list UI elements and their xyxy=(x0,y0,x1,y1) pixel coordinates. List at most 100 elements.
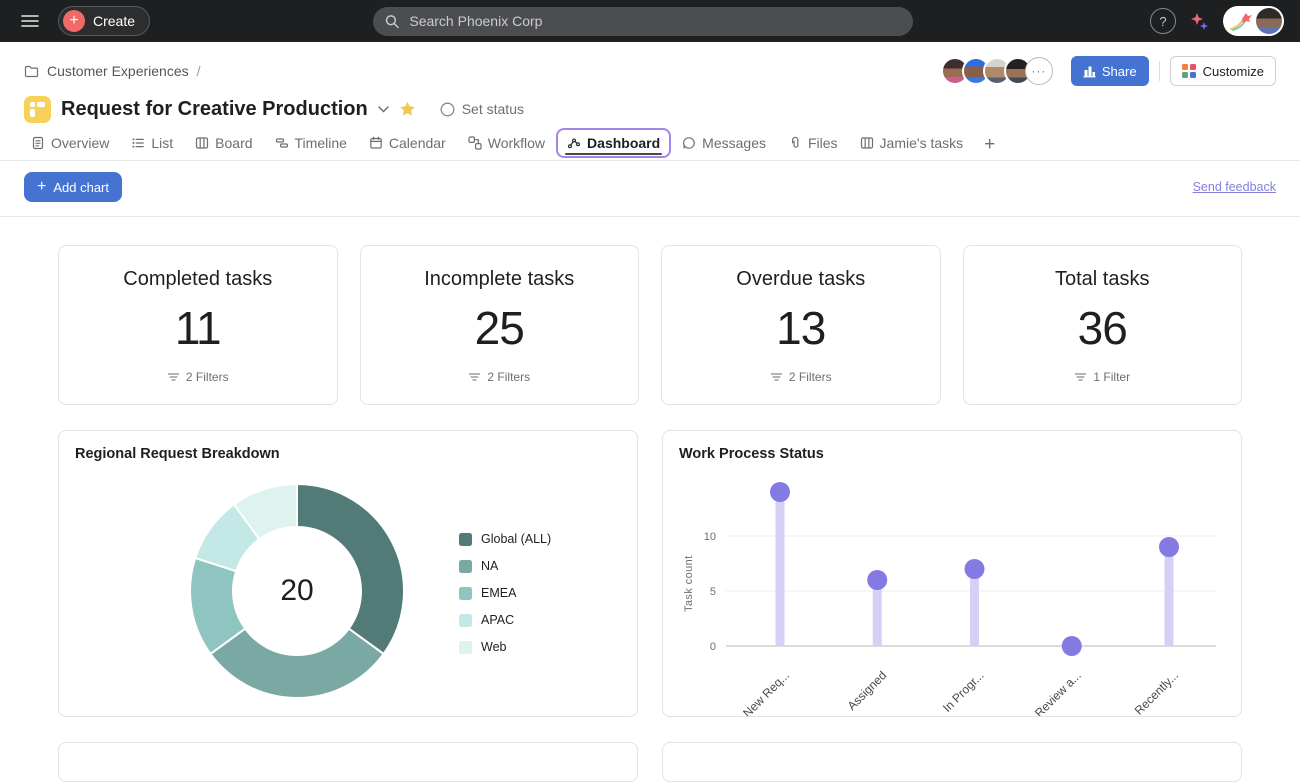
filters-label: 1 Filter xyxy=(1093,370,1130,384)
legend-swatch xyxy=(459,641,472,654)
plus-icon: + xyxy=(63,10,85,32)
tab-overview[interactable]: Overview xyxy=(20,128,120,158)
share-button[interactable]: Share xyxy=(1071,56,1149,86)
user-avatar[interactable] xyxy=(1256,8,1282,34)
svg-text:0: 0 xyxy=(710,641,716,653)
customize-button[interactable]: Customize xyxy=(1170,56,1276,86)
add-chart-label: Add chart xyxy=(53,180,109,195)
svg-text:Recently...: Recently... xyxy=(1132,668,1181,717)
divider xyxy=(1159,61,1160,81)
member-avatars[interactable]: ··· xyxy=(941,57,1053,85)
stat-value: 13 xyxy=(662,301,940,355)
svg-text:Review a...: Review a... xyxy=(1032,668,1084,717)
list-icon xyxy=(131,136,145,150)
ai-sparkles-icon[interactable] xyxy=(1190,13,1209,30)
legend-item: APAC xyxy=(459,613,551,627)
lollipop-chart: 0510New Req...AssignedIn Progr...Review … xyxy=(663,431,1242,717)
stat-value: 25 xyxy=(361,301,639,355)
tab-label: Dashboard xyxy=(587,135,660,151)
breadcrumb[interactable]: Customer Experiences / xyxy=(24,63,201,79)
set-status-button[interactable]: Set status xyxy=(440,101,524,117)
tab-label: Workflow xyxy=(488,135,545,151)
legend-label: Global (ALL) xyxy=(481,532,551,546)
add-tab-button[interactable]: + xyxy=(974,135,1005,154)
svg-text:Assigned: Assigned xyxy=(845,668,890,713)
stat-title: Overdue tasks xyxy=(662,268,940,291)
topbar-right: ? xyxy=(1150,6,1284,36)
tab-messages[interactable]: Messages xyxy=(671,128,777,158)
filters-label: 2 Filters xyxy=(487,370,530,384)
board-icon xyxy=(195,136,209,150)
legend-item: Web xyxy=(459,640,551,654)
stat-value: 36 xyxy=(964,301,1242,355)
filters-chip[interactable]: 1 Filter xyxy=(964,370,1242,384)
legend-item: EMEA xyxy=(459,586,551,600)
chevron-down-icon[interactable] xyxy=(378,106,389,113)
legend-label: Web xyxy=(481,640,506,654)
filter-icon xyxy=(167,371,180,383)
legend-label: EMEA xyxy=(481,586,516,600)
status-circle-icon xyxy=(440,102,455,117)
stat-title: Incomplete tasks xyxy=(361,268,639,291)
search-bar[interactable] xyxy=(373,7,913,36)
chart-card-partial[interactable] xyxy=(58,742,638,782)
tab-label: Jamie's tasks xyxy=(880,135,964,151)
breadcrumb-separator: / xyxy=(197,63,201,79)
send-feedback-link[interactable]: Send feedback xyxy=(1193,180,1276,194)
hamburger-icon xyxy=(21,13,39,29)
donut-center-value: 20 xyxy=(280,574,313,608)
timeline-icon xyxy=(275,136,289,150)
filter-icon xyxy=(468,371,481,383)
board-icon xyxy=(860,136,874,150)
stat-title: Completed tasks xyxy=(59,268,337,291)
hamburger-menu-button[interactable] xyxy=(16,7,44,35)
account-pill[interactable] xyxy=(1223,6,1284,36)
avatar-overflow-button[interactable]: ··· xyxy=(1025,57,1053,85)
plus-icon: + xyxy=(37,179,46,195)
tab-files[interactable]: Files xyxy=(777,128,849,158)
donut-chart-card[interactable]: Regional Request Breakdown 20 Global (AL… xyxy=(58,430,638,717)
stat-card-total-tasks[interactable]: Total tasks 36 1 Filter xyxy=(963,245,1243,405)
project-header: Customer Experiences / ··· Share Customi… xyxy=(0,42,1300,124)
filters-chip[interactable]: 2 Filters xyxy=(59,370,337,384)
stat-card-completed-tasks[interactable]: Completed tasks 11 2 Filters xyxy=(58,245,338,405)
tab-timeline[interactable]: Timeline xyxy=(264,128,358,158)
tab-calendar[interactable]: Calendar xyxy=(358,128,457,158)
tab-label: List xyxy=(151,135,173,151)
filters-chip[interactable]: 2 Filters xyxy=(361,370,639,384)
search-input[interactable] xyxy=(407,12,901,30)
add-chart-button[interactable]: + Add chart xyxy=(24,172,122,202)
paperclip-icon xyxy=(788,136,802,150)
topbar: + Create ? xyxy=(0,0,1300,42)
help-button[interactable]: ? xyxy=(1150,8,1176,34)
phoenix-logo-icon xyxy=(1229,10,1253,32)
tab-workflow[interactable]: Workflow xyxy=(457,128,556,158)
customize-icon xyxy=(1182,64,1196,78)
svg-text:10: 10 xyxy=(704,531,716,543)
svg-text:In Progr...: In Progr... xyxy=(940,668,987,715)
dashboard-icon xyxy=(567,136,581,150)
chart-card-partial[interactable] xyxy=(662,742,1242,782)
filter-icon xyxy=(1074,371,1087,383)
lollipop-chart-card[interactable]: Work Process Status Task count 0510New R… xyxy=(662,430,1242,717)
legend-label: NA xyxy=(481,559,498,573)
workflow-icon xyxy=(468,136,482,150)
filters-chip[interactable]: 2 Filters xyxy=(662,370,940,384)
legend-label: APAC xyxy=(481,613,514,627)
calendar-icon xyxy=(369,136,383,150)
stat-card-overdue-tasks[interactable]: Overdue tasks 13 2 Filters xyxy=(661,245,941,405)
create-label: Create xyxy=(93,13,135,29)
stat-card-incomplete-tasks[interactable]: Incomplete tasks 25 2 Filters xyxy=(360,245,640,405)
tab-board[interactable]: Board xyxy=(184,128,263,158)
page-title: Request for Creative Production xyxy=(61,98,368,121)
tab-bar: Overview List Board Timeline Calendar Wo… xyxy=(0,124,1300,161)
star-icon[interactable] xyxy=(399,101,416,117)
tab-jamies-tasks[interactable]: Jamie's tasks xyxy=(849,128,975,158)
folder-icon xyxy=(24,65,39,78)
tab-label: Overview xyxy=(51,135,109,151)
create-button[interactable]: + Create xyxy=(58,6,150,36)
tab-list[interactable]: List xyxy=(120,128,184,158)
stat-title: Total tasks xyxy=(964,268,1242,291)
tab-dashboard[interactable]: Dashboard xyxy=(556,128,671,158)
header-actions: ··· Share Customize xyxy=(941,56,1276,86)
